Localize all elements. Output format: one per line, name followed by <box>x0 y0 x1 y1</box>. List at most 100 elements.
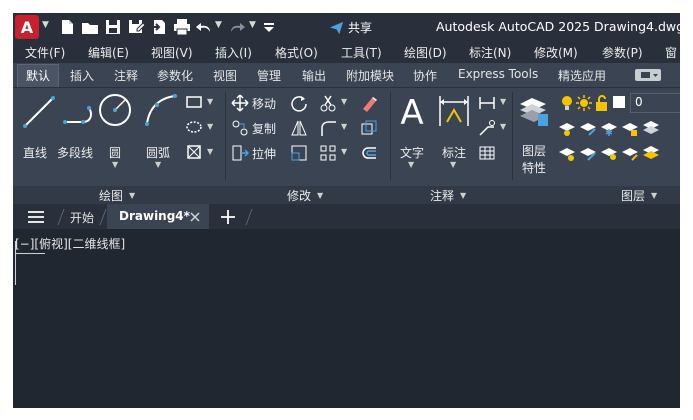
text-label[interactable]: 文字 <box>400 144 424 161</box>
new-icon[interactable] <box>57 17 77 37</box>
layer-unlock-icon[interactable] <box>621 144 639 162</box>
stretch-label[interactable]: 拉伸 <box>252 145 276 162</box>
move-label[interactable]: 移动 <box>252 95 276 112</box>
annotation-panel-title[interactable]: 注释 <box>430 187 454 204</box>
text-icon[interactable]: A <box>397 92 427 132</box>
ribbon-display-toggle-button[interactable] <box>635 69 661 81</box>
annotation-panel-chevron-icon[interactable]: ▼ <box>460 191 466 200</box>
export-icon[interactable] <box>149 17 169 37</box>
fillet-icon[interactable] <box>319 119 337 137</box>
rotate-icon[interactable] <box>290 94 308 112</box>
linear-dimension-chevron-icon[interactable]: ▼ <box>500 97 506 106</box>
menu-edit[interactable]: 编辑(E) <box>88 44 129 61</box>
circle-chevron-icon[interactable]: ▼ <box>112 160 118 169</box>
circle-label[interactable]: 圆 <box>109 144 121 161</box>
tab-view[interactable]: 视图 <box>213 67 237 84</box>
menu-parametric[interactable]: 参数(P) <box>602 44 643 61</box>
text-chevron-icon[interactable]: ▼ <box>408 160 414 169</box>
share-button[interactable]: 共享 <box>329 19 372 36</box>
tab-annotate[interactable]: 注释 <box>114 67 138 84</box>
boundary-chevron-icon[interactable]: ▼ <box>207 147 213 156</box>
boundary-icon[interactable] <box>185 143 203 161</box>
layer-previous-icon[interactable] <box>642 144 660 162</box>
dimension-chevron-icon[interactable]: ▼ <box>450 160 456 169</box>
redo-chevron-icon[interactable]: ▼ <box>249 20 256 30</box>
line-icon[interactable] <box>21 94 57 130</box>
redo-icon[interactable] <box>227 17 247 37</box>
linear-dimension-icon[interactable] <box>478 94 496 112</box>
layer-off-icon[interactable] <box>558 144 576 162</box>
draw-panel-chevron-icon[interactable]: ▼ <box>129 191 135 200</box>
move-icon[interactable] <box>231 94 249 112</box>
layer-properties-label-1[interactable]: 图层 <box>522 142 546 159</box>
undo-chevron-icon[interactable]: ▼ <box>215 20 222 30</box>
tab-manage[interactable]: 管理 <box>257 67 281 84</box>
polyline-label[interactable]: 多段线 <box>57 144 93 161</box>
rectangle-icon[interactable] <box>185 93 203 111</box>
tab-express-tools[interactable]: Express Tools <box>458 67 538 81</box>
save-as-icon[interactable] <box>126 17 146 37</box>
menu-draw[interactable]: 绘图(D) <box>404 44 447 61</box>
undo-icon[interactable] <box>194 17 214 37</box>
autocad-logo-button[interactable]: A <box>15 15 39 39</box>
tab-default[interactable]: 默认 <box>17 64 60 87</box>
copy-icon[interactable] <box>231 119 249 137</box>
menu-insert[interactable]: 插入(I) <box>215 44 252 61</box>
copy-label[interactable]: 复制 <box>252 120 276 137</box>
draw-panel-title[interactable]: 绘图 <box>99 187 123 204</box>
unlock-icon[interactable] <box>593 94 611 112</box>
layer-properties-label-2[interactable]: 特性 <box>522 159 546 176</box>
modify-panel-title[interactable]: 修改 <box>287 187 311 204</box>
layers-panel-chevron-icon[interactable]: ▼ <box>651 191 657 200</box>
open-icon[interactable] <box>80 17 100 37</box>
table-icon[interactable] <box>478 144 496 162</box>
scale-icon[interactable] <box>290 144 308 162</box>
array-icon[interactable] <box>319 144 337 162</box>
arc-icon[interactable] <box>143 92 179 128</box>
arc-label[interactable]: 圆弧 <box>146 144 170 161</box>
arc-chevron-icon[interactable]: ▼ <box>155 160 161 169</box>
layer-freeze-icon[interactable] <box>600 119 618 137</box>
tab-output[interactable]: 输出 <box>302 67 326 84</box>
new-tab-plus-icon[interactable] <box>220 209 236 225</box>
hatch-chevron-icon[interactable]: ▼ <box>207 122 213 131</box>
array-chevron-icon[interactable]: ▼ <box>341 147 347 156</box>
mirror-icon[interactable] <box>290 119 308 137</box>
start-tab[interactable]: 开始 <box>70 209 94 226</box>
layer-color-swatch[interactable] <box>613 96 625 108</box>
layer-unisolate-icon[interactable] <box>579 119 597 137</box>
bulb-on-icon[interactable] <box>558 94 576 112</box>
menu-tools[interactable]: 工具(T) <box>341 44 382 61</box>
circle-icon[interactable] <box>97 92 133 128</box>
trim-icon[interactable] <box>319 94 337 112</box>
menu-format[interactable]: 格式(O) <box>275 44 318 61</box>
layers-panel-title[interactable]: 图层 <box>621 187 645 204</box>
sun-thaw-icon[interactable] <box>575 94 593 112</box>
save-icon[interactable] <box>103 17 123 37</box>
menu-file[interactable]: 文件(F) <box>25 44 65 61</box>
erase-icon[interactable] <box>360 94 378 112</box>
tab-insert[interactable]: 插入 <box>70 67 94 84</box>
layer-isolate-icon[interactable] <box>558 119 576 137</box>
leader-chevron-icon[interactable]: ▼ <box>500 122 506 131</box>
menu-view[interactable]: 视图(V) <box>151 44 193 61</box>
customize-icon[interactable] <box>259 17 279 37</box>
menu-window[interactable]: 窗 <box>665 44 677 61</box>
stretch-icon[interactable] <box>231 144 249 162</box>
dimension-icon[interactable] <box>437 92 471 132</box>
hamburger-menu-icon[interactable] <box>27 210 45 224</box>
hatch-ellipse-icon[interactable] <box>185 118 203 136</box>
viewport-controls-label[interactable]: [−][俯视][二维线框] <box>15 235 125 252</box>
modify-panel-chevron-icon[interactable]: ▼ <box>317 191 323 200</box>
tab-featured-apps[interactable]: 精选应用 <box>558 67 606 84</box>
layer-lock-icon[interactable] <box>621 119 639 137</box>
dimension-label[interactable]: 标注 <box>442 144 466 161</box>
leader-icon[interactable] <box>478 119 496 137</box>
close-icon[interactable] <box>190 212 200 222</box>
drawing-canvas[interactable]: [−][俯视][二维线框] <box>13 229 680 408</box>
offset-icon[interactable] <box>360 144 378 162</box>
print-icon[interactable] <box>172 17 192 37</box>
fillet-chevron-icon[interactable]: ▼ <box>341 122 347 131</box>
rectangle-chevron-icon[interactable]: ▼ <box>207 97 213 106</box>
layer-match-icon[interactable] <box>642 119 660 137</box>
